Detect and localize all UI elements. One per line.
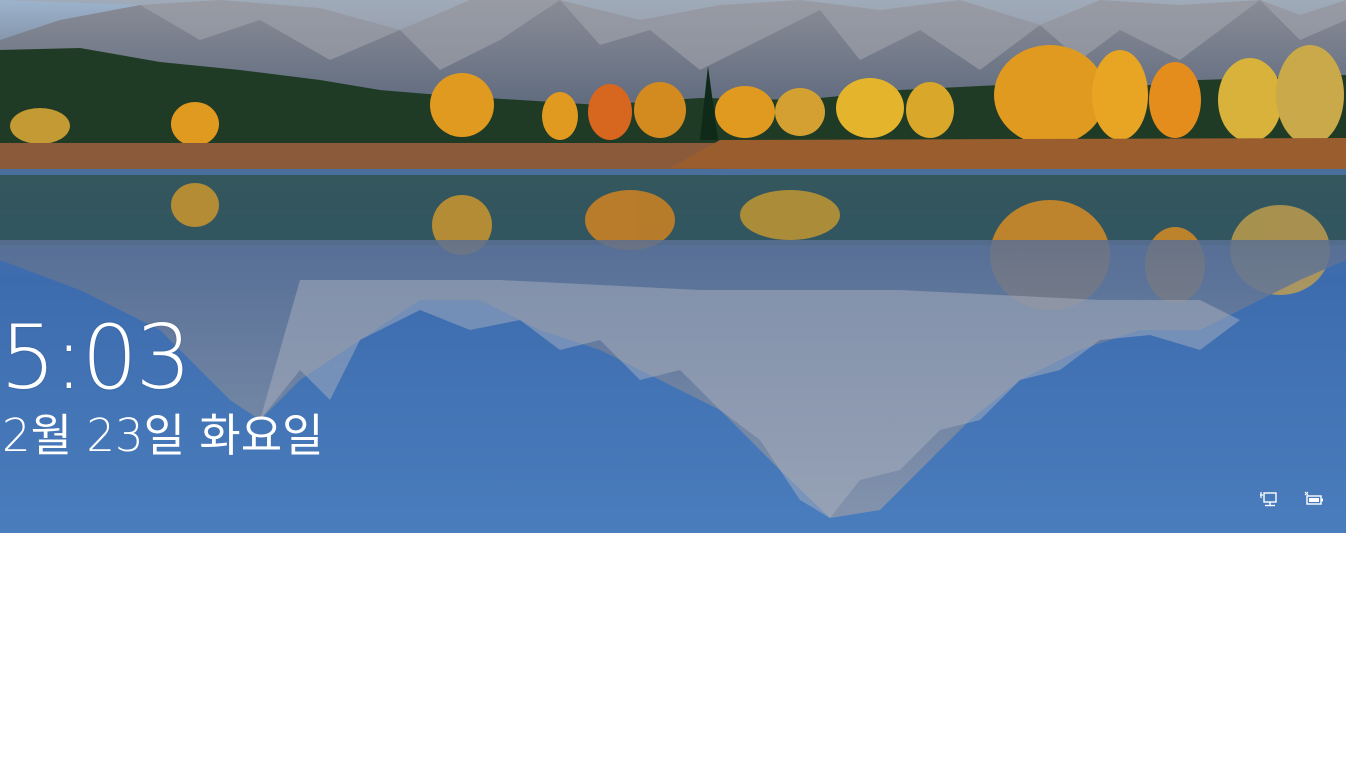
lock-screen-date: 2월 23일 화요일: [2, 409, 324, 462]
lock-screen-background[interactable]: 5:03 2월 23일 화요일: [0, 0, 1346, 533]
network-icon-glyph: [1260, 492, 1277, 507]
blank-area: [0, 533, 1366, 768]
battery-icon[interactable]: [1303, 490, 1325, 510]
lock-screen-time: 5:03: [0, 306, 192, 409]
network-icon[interactable]: [1259, 490, 1281, 510]
battery-icon-glyph: [1304, 491, 1323, 505]
